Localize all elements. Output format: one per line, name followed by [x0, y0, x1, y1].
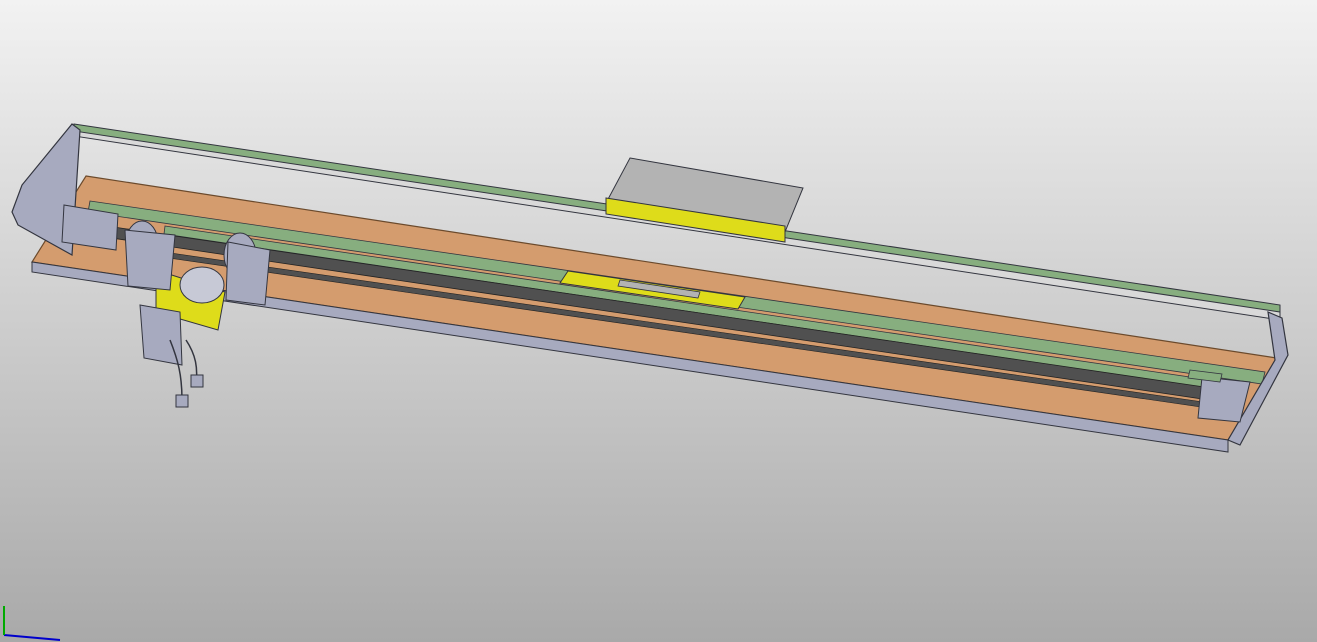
- pulley-bracket-left[interactable]: [124, 229, 176, 291]
- cable-connector-b[interactable]: [190, 374, 204, 388]
- motor-cable[interactable]: [169, 339, 198, 401]
- cable-connector-a[interactable]: [175, 394, 189, 408]
- pulley-bracket-right[interactable]: [225, 241, 271, 306]
- right-end-bracket[interactable]: [1197, 376, 1251, 423]
- axis-x: [3, 634, 61, 641]
- axis-triad-icon: [3, 606, 61, 641]
- linear-actuator-assembly-icon[interactable]: [0, 0, 1317, 642]
- drive-pulley[interactable]: [179, 266, 225, 304]
- cad-viewport[interactable]: [0, 0, 1317, 642]
